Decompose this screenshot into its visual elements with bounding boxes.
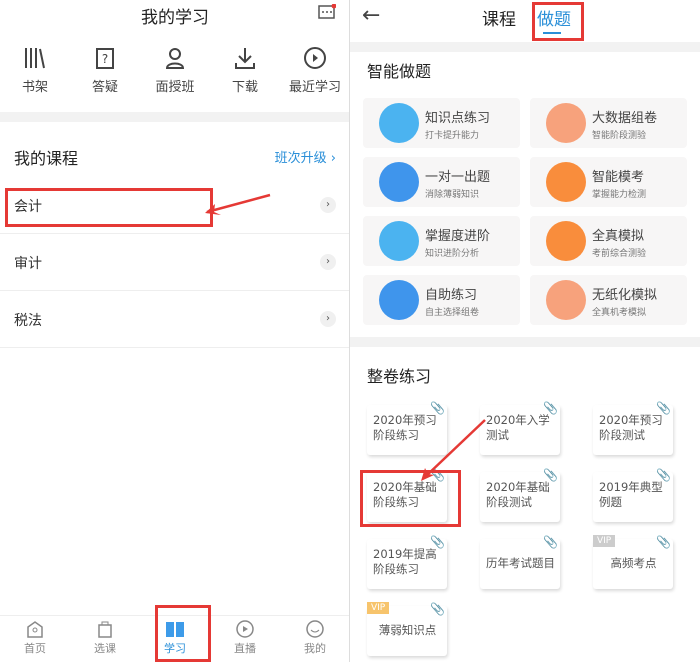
paperclip-icon: 📎 <box>430 535 445 549</box>
bookshelf-icon <box>25 48 45 69</box>
section-title: 我的课程 <box>14 149 79 168</box>
tool-download[interactable]: 下载 <box>210 46 280 95</box>
smart-practice-title: 智能做题 <box>367 62 432 81</box>
message-icon[interactable] <box>318 3 337 26</box>
svg-text:?: ? <box>102 52 108 66</box>
annotation-arrow <box>421 419 486 481</box>
paperclip-icon: 📎 <box>656 401 671 415</box>
annotation-arrow <box>205 193 271 215</box>
vip-badge: VIP <box>367 602 390 614</box>
paper-tile[interactable]: 📎 2020年预习阶段测试 <box>593 401 673 455</box>
course-item[interactable]: 税法 › <box>0 291 350 348</box>
practice-card[interactable]: 知识点练习 打卡提升能力 <box>363 98 520 148</box>
card-icon <box>546 103 586 143</box>
paper-tile[interactable]: 📎 2020年入学测试 <box>480 401 560 455</box>
paperclip-icon: 📎 <box>656 535 671 549</box>
play-icon <box>236 620 254 638</box>
recent-icon <box>304 47 326 69</box>
tool-bookshelf[interactable]: 书架 <box>0 46 70 95</box>
tool-classroom[interactable]: 面授班 <box>140 46 210 95</box>
chevron-right-icon: › <box>320 197 336 213</box>
practice-card[interactable]: 大数据组卷 智能阶段测验 <box>530 98 687 148</box>
paper-practice-title: 整卷练习 <box>367 367 432 386</box>
back-arrow-icon[interactable]: ← <box>362 3 380 28</box>
course-item[interactable]: 审计 › <box>0 234 350 291</box>
paper-tile[interactable]: 📎 2020年基础阶段测试 <box>480 468 560 522</box>
paper-tile[interactable]: 📎 2019年提高阶段练习 <box>367 535 447 589</box>
upgrade-link[interactable]: 班次升级 › <box>275 147 336 166</box>
tool-qa[interactable]: ? 答疑 <box>70 46 140 95</box>
card-icon <box>546 280 586 320</box>
bag-icon <box>98 621 112 638</box>
paper-tile[interactable]: VIP 📎 高频考点 <box>593 535 673 589</box>
practice-card[interactable]: 自助练习 自主选择组卷 <box>363 275 520 325</box>
card-icon <box>379 162 419 202</box>
practice-card[interactable]: 一对一出题 消除薄弱知识 <box>363 157 520 207</box>
paperclip-icon: 📎 <box>430 401 445 415</box>
paperclip-icon: 📎 <box>543 468 558 482</box>
paper-tile[interactable]: VIP 📎 薄弱知识点 <box>367 602 447 656</box>
card-icon <box>546 162 586 202</box>
question-icon: ? <box>96 48 114 69</box>
vip-badge: VIP <box>593 535 616 547</box>
chevron-right-icon: › <box>320 311 336 327</box>
nav-mine[interactable]: 我的 <box>280 620 350 656</box>
tab-courses[interactable]: 课程 <box>482 5 516 30</box>
paperclip-icon: 📎 <box>430 602 445 616</box>
paper-tile[interactable]: 📎 2019年典型例题 <box>593 468 673 522</box>
highlight-box <box>155 605 211 662</box>
nav-courses[interactable]: 选课 <box>70 620 140 656</box>
card-icon <box>379 221 419 261</box>
paper-tile[interactable]: 📎 历年考试题目 <box>480 535 560 589</box>
paperclip-icon: 📎 <box>543 535 558 549</box>
card-icon <box>379 103 419 143</box>
practice-screen: ← 课程 做题 智能做题 知识点练习 打卡提升能力 大数据组卷 智能阶段测验 一对一出题… <box>350 0 700 662</box>
practice-card[interactable]: 智能模考 掌握能力检测 <box>530 157 687 207</box>
tool-recent[interactable]: 最近学习 <box>280 46 350 95</box>
teacher-icon <box>165 48 185 69</box>
nav-home[interactable]: 首页 <box>0 620 70 656</box>
card-icon <box>379 280 419 320</box>
practice-card[interactable]: 全真模拟 考前综合测验 <box>530 216 687 266</box>
download-icon <box>235 48 255 69</box>
paperclip-icon: 📎 <box>656 468 671 482</box>
divider <box>0 112 350 122</box>
paperclip-icon: 📎 <box>543 401 558 415</box>
nav-live[interactable]: 直播 <box>210 620 280 656</box>
practice-card[interactable]: 掌握度进阶 知识进阶分析 <box>363 216 520 266</box>
my-study-screen: 我的学习 书架 ? 答疑 面授班 下载 最近学习 我的课程 班次升级 › 会计 › … <box>0 0 350 662</box>
highlight-box <box>5 188 213 227</box>
chevron-right-icon: › <box>320 254 336 270</box>
practice-card[interactable]: 无纸化模拟 全真机考模拟 <box>530 275 687 325</box>
profile-icon <box>306 620 324 638</box>
highlight-box <box>532 2 584 41</box>
home-icon <box>27 621 43 638</box>
card-icon <box>546 221 586 261</box>
page-title: 我的学习 <box>141 8 209 28</box>
